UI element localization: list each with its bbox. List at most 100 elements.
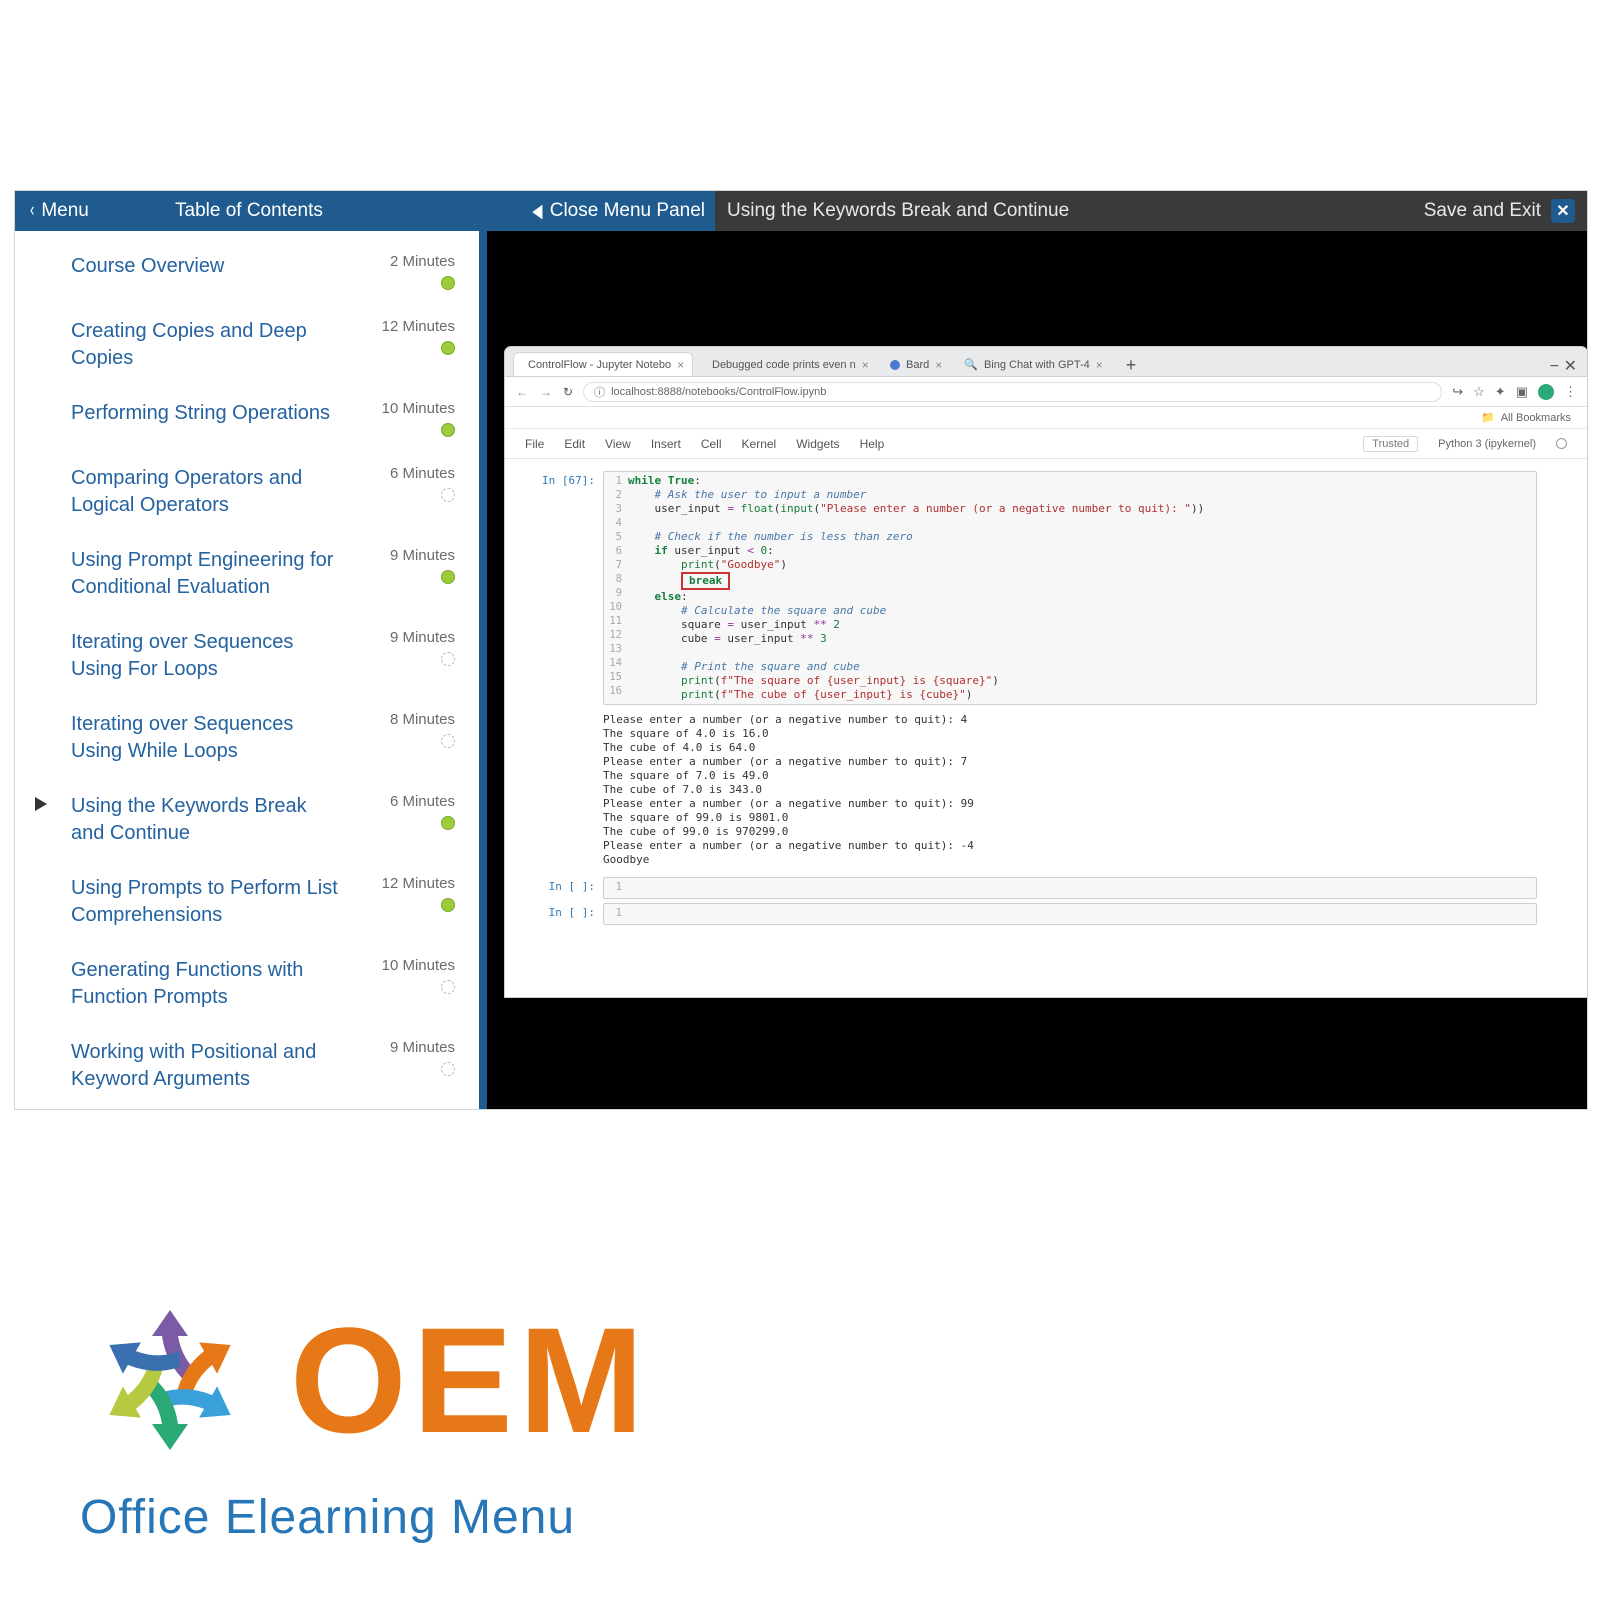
tab-close-icon[interactable]: × (935, 358, 942, 372)
kernel-status-icon (1556, 438, 1567, 449)
toc-item-duration: 6 Minutes (390, 793, 455, 810)
tab-close-icon[interactable]: × (1096, 358, 1103, 372)
toc-item[interactable]: Using Prompt Engineering for Conditional… (15, 533, 479, 615)
jupyter-menu-item[interactable]: Edit (564, 437, 585, 451)
jupyter-menu-item[interactable]: Widgets (796, 437, 839, 451)
code-content[interactable] (628, 880, 1536, 896)
line-gutter: 1 (604, 906, 628, 922)
toc-item[interactable]: Iterating over Sequences Using For Loops… (15, 615, 479, 697)
toc-item[interactable]: Course Overview2 Minutes (15, 239, 479, 304)
browser-tab[interactable]: Bard× (881, 352, 951, 376)
menu-kebab-icon[interactable]: ⋮ (1564, 384, 1577, 400)
toc-item[interactable]: Using the Keywords Break and Continue6 M… (15, 779, 479, 861)
toc-item-meta: 12 Minutes (382, 318, 455, 355)
jupyter-menu-item[interactable]: Insert (651, 437, 681, 451)
close-menu-panel-label: Close Menu Panel (550, 200, 705, 222)
toc-item[interactable]: Creating Copies and Deep Copies12 Minute… (15, 304, 479, 386)
code-input-box[interactable]: 1 (603, 903, 1537, 925)
status-done-icon (441, 816, 455, 830)
toc-item-title: Performing String Operations (71, 400, 330, 427)
apps-icon[interactable]: ▣ (1516, 384, 1528, 400)
toc-item-duration: 8 Minutes (390, 711, 455, 728)
search-icon: 🔍 (964, 358, 978, 371)
toc-item-title: Using Prompt Engineering for Conditional… (71, 547, 341, 601)
status-done-icon (441, 423, 455, 437)
status-pending-icon (441, 1062, 455, 1076)
app-body: Course Overview2 MinutesCreating Copies … (15, 231, 1587, 1109)
toc-item-meta: 10 Minutes (382, 957, 455, 994)
bookmarks-bar: 📁 All Bookmarks (505, 407, 1587, 429)
jupyter-menu-item[interactable]: Help (860, 437, 885, 451)
share-icon[interactable]: ↪ (1452, 384, 1463, 400)
reload-button[interactable]: ↻ (563, 385, 573, 399)
kernel-name[interactable]: Python 3 (ipykernel) (1438, 438, 1536, 450)
status-done-icon (441, 898, 455, 912)
toc-item[interactable]: Iterating over Sequences Using While Loo… (15, 697, 479, 779)
toc-item[interactable]: Generating Functions with Function Promp… (15, 943, 479, 1025)
toc-heading: Table of Contents (175, 200, 323, 222)
toc-item[interactable]: Using Prompts to Perform List Comprehens… (15, 861, 479, 943)
notebook-area: In [67]: 1 2 3 4 5 6 7 8 9 10 11 12 13 1… (505, 459, 1587, 997)
save-and-exit-button[interactable]: Save and Exit ✕ (1424, 199, 1575, 223)
toc-item-meta: 9 Minutes (390, 629, 455, 666)
close-icon: ✕ (1551, 199, 1575, 223)
all-bookmarks-label[interactable]: All Bookmarks (1501, 412, 1571, 424)
toc-item-title: Iterating over Sequences Using While Loo… (71, 711, 341, 765)
tab-close-icon[interactable]: × (862, 358, 869, 372)
toc-item-meta: 9 Minutes (390, 547, 455, 584)
toc-item-meta: 6 Minutes (390, 465, 455, 502)
jupyter-menu-item[interactable]: Kernel (742, 437, 777, 451)
bookmarks-icon: 📁 (1481, 411, 1495, 424)
toc-item-duration: 10 Minutes (382, 400, 455, 417)
code-content[interactable] (628, 906, 1536, 922)
jupyter-menu-item[interactable]: View (605, 437, 631, 451)
window-controls[interactable]: − ✕ (1540, 356, 1587, 376)
code-cell[interactable]: In [67]: 1 2 3 4 5 6 7 8 9 10 11 12 13 1… (535, 471, 1537, 705)
status-pending-icon (441, 488, 455, 502)
browser-tab-strip: ControlFlow - Jupyter Notebo×Debugged co… (505, 347, 1587, 377)
logo-subtitle: Office Elearning Menu (80, 1490, 650, 1545)
toc-item-title: Working with Positional and Keyword Argu… (71, 1039, 341, 1093)
caret-left-icon: ◀ (532, 200, 542, 223)
trusted-indicator[interactable]: Trusted (1363, 436, 1418, 452)
top-bar-right: Using the Keywords Break and Continue Sa… (715, 191, 1587, 231)
toc-item-title: Comparing Operators and Logical Operator… (71, 465, 341, 519)
jupyter-menu-item[interactable]: Cell (701, 437, 722, 451)
browser-tab[interactable]: ControlFlow - Jupyter Notebo× (513, 352, 693, 376)
toc-item[interactable]: Working with Positional and Keyword Argu… (15, 1025, 479, 1107)
toc-item-duration: 9 Minutes (390, 547, 455, 564)
new-tab-button[interactable]: + (1116, 355, 1147, 376)
code-cell-empty[interactable]: In [ ]:1 (535, 877, 1537, 899)
toc-item[interactable]: Comparing Operators and Logical Operator… (15, 451, 479, 533)
logo-text: OEM (290, 1305, 650, 1455)
site-info-icon: ⓘ (594, 384, 605, 400)
jupyter-menu-item[interactable]: File (525, 437, 544, 451)
toc-item-title: Iterating over Sequences Using For Loops (71, 629, 341, 683)
forward-button[interactable]: → (539, 385, 553, 399)
code-content[interactable]: while True: # Ask the user to input a nu… (628, 474, 1536, 702)
toc-item-duration: 2 Minutes (390, 253, 455, 270)
menu-button[interactable]: ‹ Menu (15, 200, 103, 222)
save-and-exit-label: Save and Exit (1424, 200, 1541, 222)
address-bar[interactable]: ⓘ localhost:8888/notebooks/ControlFlow.i… (583, 382, 1442, 402)
extensions-icon[interactable]: ✦ (1495, 384, 1506, 400)
toc-item-duration: 12 Minutes (382, 318, 455, 335)
status-done-icon (441, 276, 455, 290)
toc-item[interactable]: Testing Features of First Class Function… (15, 1107, 479, 1109)
toc-item-duration: 6 Minutes (390, 465, 455, 482)
toc-item-meta: 8 Minutes (390, 711, 455, 748)
status-done-icon (441, 570, 455, 584)
browser-tab[interactable]: 🔍Bing Chat with GPT-4× (955, 352, 1112, 376)
code-input-box[interactable]: 1 (603, 877, 1537, 899)
code-cell-empty[interactable]: In [ ]:1 (535, 903, 1537, 925)
back-button[interactable]: ← (515, 385, 529, 399)
browser-tab[interactable]: Debugged code prints even n× (697, 352, 877, 376)
toc-item-duration: 9 Minutes (390, 1039, 455, 1056)
logo-arrows-icon (70, 1280, 270, 1480)
toc-item[interactable]: Performing String Operations 10 Minutes (15, 386, 479, 451)
tab-close-icon[interactable]: × (677, 358, 684, 372)
close-menu-panel-button[interactable]: ◀ Close Menu Panel (495, 191, 715, 231)
code-input-box[interactable]: 1 2 3 4 5 6 7 8 9 10 11 12 13 14 15 16 w… (603, 471, 1537, 705)
profile-avatar[interactable] (1538, 384, 1554, 400)
star-icon[interactable]: ☆ (1473, 384, 1485, 400)
